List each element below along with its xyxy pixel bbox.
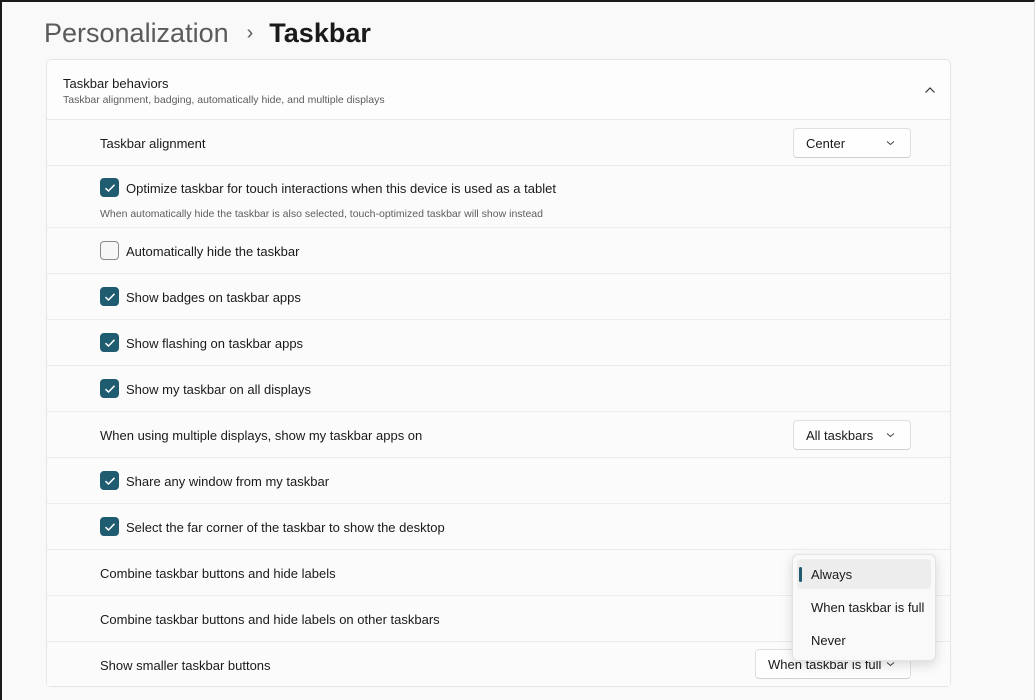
- badges-label: Show badges on taskbar apps: [126, 289, 301, 305]
- alignment-label: Taskbar alignment: [100, 135, 206, 151]
- flashing-checkbox[interactable]: [100, 333, 119, 352]
- alignment-dropdown[interactable]: Center: [793, 128, 911, 158]
- touch-label: Optimize taskbar for touch interactions …: [126, 180, 556, 196]
- menu-option-always[interactable]: Always: [797, 559, 931, 589]
- touch-description: When automatically hide the taskbar is a…: [100, 208, 543, 220]
- autohide-checkbox[interactable]: [100, 241, 119, 260]
- checkmark-icon: [104, 183, 115, 192]
- collapse-button[interactable]: [916, 76, 944, 104]
- multi-display-value: All taskbars: [806, 427, 874, 443]
- touch-checkbox[interactable]: [100, 178, 119, 197]
- page-title: Taskbar: [269, 18, 371, 48]
- breadcrumb-personalization[interactable]: Personalization: [44, 16, 229, 50]
- chevron-down-icon: [886, 662, 895, 667]
- combine-other-label: Combine taskbar buttons and hide labels …: [100, 611, 440, 627]
- badges-checkbox[interactable]: [100, 287, 119, 306]
- section-header[interactable]: Taskbar behaviors Taskbar alignment, bad…: [47, 60, 950, 120]
- checkmark-icon: [104, 384, 115, 393]
- all-displays-checkbox[interactable]: [100, 379, 119, 398]
- alignment-value: Center: [806, 135, 846, 151]
- setting-row-badges: Show badges on taskbar apps: [47, 274, 950, 320]
- checkmark-icon: [104, 522, 115, 531]
- chevron-up-icon: [925, 87, 935, 93]
- share-window-checkbox[interactable]: [100, 471, 119, 490]
- multi-display-label: When using multiple displays, show my ta…: [100, 427, 423, 443]
- autohide-label: Automatically hide the taskbar: [126, 243, 300, 259]
- setting-row-all-displays: Show my taskbar on all displays: [47, 366, 950, 412]
- setting-row-autohide: Automatically hide the taskbar: [47, 228, 950, 274]
- breadcrumb-separator: ›: [246, 22, 254, 44]
- section-title: Taskbar behaviors: [63, 76, 169, 91]
- far-corner-label: Select the far corner of the taskbar to …: [126, 519, 445, 535]
- menu-option-when-full[interactable]: When taskbar is full: [797, 592, 931, 622]
- menu-option-never[interactable]: Never: [797, 625, 931, 655]
- breadcrumb: Personalization › Taskbar: [44, 16, 371, 50]
- share-window-label: Share any window from my taskbar: [126, 473, 330, 489]
- far-corner-checkbox[interactable]: [100, 517, 119, 536]
- flashing-label: Show flashing on taskbar apps: [126, 335, 304, 351]
- combine-options-menu: Always When taskbar is full Never: [792, 554, 936, 661]
- setting-row-far-corner: Select the far corner of the taskbar to …: [47, 504, 950, 550]
- all-displays-label: Show my taskbar on all displays: [126, 381, 311, 397]
- multi-display-dropdown[interactable]: All taskbars: [793, 420, 911, 450]
- chevron-down-icon: [886, 141, 895, 146]
- menu-option-label: Always: [811, 566, 853, 582]
- setting-row-touch: Optimize taskbar for touch interactions …: [47, 166, 950, 228]
- smaller-buttons-label: Show smaller taskbar buttons: [100, 657, 271, 673]
- selection-indicator: [799, 567, 802, 582]
- checkmark-icon: [104, 338, 115, 347]
- menu-option-label: Never: [811, 632, 846, 648]
- section-subtitle: Taskbar alignment, badging, automaticall…: [63, 94, 385, 106]
- setting-row-flashing: Show flashing on taskbar apps: [47, 320, 950, 366]
- checkmark-icon: [104, 292, 115, 301]
- settings-window: Personalization › Taskbar Taskbar behavi…: [0, 0, 1035, 700]
- combine-label: Combine taskbar buttons and hide labels: [100, 565, 336, 581]
- setting-row-multi-display: When using multiple displays, show my ta…: [47, 412, 950, 458]
- setting-row-share-window: Share any window from my taskbar: [47, 458, 950, 504]
- checkmark-icon: [104, 476, 115, 485]
- setting-row-alignment: Taskbar alignment Center: [47, 120, 950, 166]
- menu-option-label: When taskbar is full: [811, 599, 925, 615]
- chevron-down-icon: [886, 433, 895, 438]
